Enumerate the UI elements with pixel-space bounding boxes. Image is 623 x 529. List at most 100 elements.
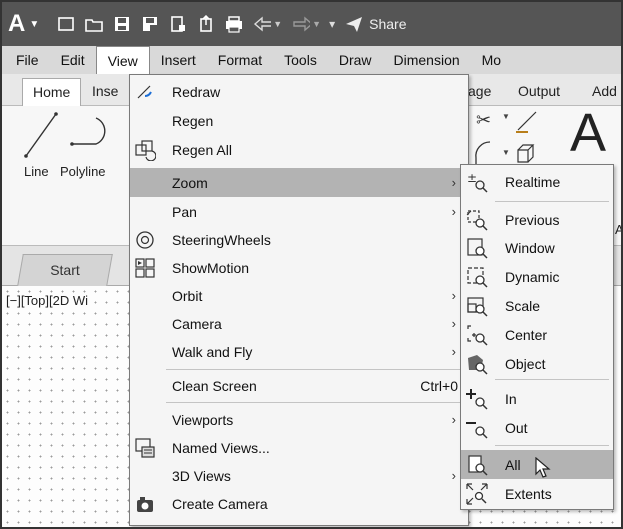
menu-item-regen-all[interactable]: Regen All	[130, 135, 468, 164]
menu-draw[interactable]: Draw	[328, 46, 383, 74]
zoom-item-label: Extents	[505, 485, 552, 502]
save-icon[interactable]	[113, 15, 131, 33]
zoom-item-extents[interactable]: Extents	[461, 479, 613, 508]
menu-item-steering-wheels[interactable]: SteeringWheels	[130, 225, 468, 254]
menu-item-create-camera[interactable]: Create Camera	[130, 489, 468, 518]
menu-dimension[interactable]: Dimension	[383, 46, 471, 74]
share-icon[interactable]	[345, 15, 363, 33]
showmotion-icon	[134, 257, 156, 279]
zoom-item-realtime[interactable]: ± Realtime	[461, 167, 613, 196]
submenu-arrow-icon: ›	[451, 344, 456, 359]
menu-file[interactable]: File	[2, 46, 50, 74]
zoom-item-label: Realtime	[505, 173, 561, 190]
zoom-item-label: Previous	[505, 211, 560, 228]
menu-item-named-views[interactable]: Named Views...	[130, 433, 468, 462]
trim-dropdown-icon[interactable]: ▼	[502, 112, 510, 121]
menu-separator	[495, 445, 609, 446]
tab-insert[interactable]: Inse	[82, 78, 128, 106]
menu-item-label: SteeringWheels	[172, 231, 271, 248]
menu-view[interactable]: View	[95, 46, 150, 74]
line-icon	[24, 112, 58, 158]
zoom-item-label: In	[505, 390, 517, 407]
menu-item-label: Regen All	[172, 141, 232, 158]
menu-item-regen[interactable]: Regen	[130, 106, 468, 135]
text-tool-icon[interactable]: A	[570, 102, 606, 164]
zoom-item-dynamic[interactable]: Dynamic	[461, 262, 613, 291]
redo-icon[interactable]	[292, 15, 311, 33]
menu-tools[interactable]: Tools	[273, 46, 328, 74]
save-as-icon[interactable]	[141, 15, 159, 33]
menu-item-label: Viewports	[172, 411, 234, 428]
submenu-arrow-icon: ›	[451, 204, 456, 219]
menu-item-label: Pan	[172, 203, 197, 220]
export-icon[interactable]	[169, 15, 187, 33]
zoom-item-scale[interactable]: Scale	[461, 291, 613, 320]
menu-item-zoom[interactable]: Zoom ›	[130, 168, 468, 197]
zoom-item-label: Window	[505, 239, 555, 256]
submenu-arrow-icon: ›	[451, 175, 456, 190]
dimension-icon[interactable]	[514, 108, 540, 137]
menu-format[interactable]: Format	[207, 46, 273, 74]
undo-icon[interactable]	[253, 15, 272, 33]
quick-access-toolbar: A ▼ ▼ ▼ ▾ Share	[2, 2, 621, 46]
menu-item-label: Named Views...	[172, 439, 270, 456]
submenu-arrow-icon: ›	[451, 316, 456, 331]
print-icon[interactable]	[225, 15, 243, 33]
zoom-item-label: Dynamic	[505, 268, 560, 285]
redo-dropdown-icon[interactable]: ▼	[312, 19, 321, 29]
zoom-window-icon	[465, 236, 489, 260]
tab-home[interactable]: Home	[22, 78, 82, 106]
svg-text:±: ±	[467, 171, 477, 185]
app-menu-button[interactable]: A ▼	[8, 10, 39, 38]
menu-item-camera[interactable]: Camera ›	[130, 309, 468, 338]
zoom-previous-icon	[465, 208, 489, 232]
view-menu-dropdown: Redraw Regen Regen All Zoom › Pan › Stee…	[129, 74, 469, 526]
start-tab-label: Start	[50, 262, 80, 278]
submenu-arrow-icon: ›	[451, 412, 456, 427]
menu-edit[interactable]: Edit	[50, 46, 96, 74]
polyline-tool-label: Polyline	[60, 164, 106, 179]
viewport-controls-label[interactable]: [−][Top][2D Wi	[6, 293, 88, 308]
menu-item-clean-screen[interactable]: Clean Screen Ctrl+0	[130, 371, 468, 400]
zoom-item-in[interactable]: In	[461, 384, 613, 413]
zoom-item-object[interactable]: Object	[461, 349, 613, 378]
tab-output[interactable]: Output	[508, 78, 570, 106]
new-icon[interactable]	[57, 15, 75, 33]
undo-dropdown-icon[interactable]: ▼	[273, 19, 282, 29]
menu-separator	[166, 402, 462, 403]
menu-insert[interactable]: Insert	[150, 46, 207, 74]
zoom-item-previous[interactable]: Previous	[461, 205, 613, 234]
line-tool-label: Line	[24, 164, 49, 179]
menu-item-label: 3D Views	[172, 467, 231, 484]
menu-item-walk-and-fly[interactable]: Walk and Fly ›	[130, 337, 468, 366]
menu-item-viewports[interactable]: Viewports ›	[130, 405, 468, 434]
menu-item-pan[interactable]: Pan ›	[130, 197, 468, 226]
menu-item-redraw[interactable]: Redraw	[130, 77, 468, 106]
zoom-scale-icon	[465, 294, 489, 318]
zoom-item-window[interactable]: Window	[461, 233, 613, 262]
fillet-dropdown-icon[interactable]: ▼	[502, 148, 510, 157]
zoom-item-center[interactable]: Center	[461, 320, 613, 349]
open-icon[interactable]	[85, 15, 104, 33]
app-window: A ▼ ▼ ▼ ▾ Share File Edit View Insert Fo…	[0, 0, 623, 529]
menu-item-showmotion[interactable]: ShowMotion	[130, 253, 468, 282]
start-tab[interactable]: Start	[17, 254, 113, 286]
menu-item-3d-views[interactable]: 3D Views ›	[130, 461, 468, 490]
menu-item-orbit[interactable]: Orbit ›	[130, 281, 468, 310]
menu-item-label: Walk and Fly	[172, 343, 253, 360]
steering-wheels-icon	[134, 229, 156, 251]
menu-modify[interactable]: Mo	[471, 46, 512, 74]
share-label[interactable]: Share	[369, 16, 406, 32]
submenu-arrow-icon: ›	[451, 288, 456, 303]
tab-manage[interactable]: age	[464, 78, 501, 106]
customize-toolbar-icon[interactable]: ▾	[329, 17, 335, 31]
zoom-center-icon	[465, 323, 489, 347]
publish-icon[interactable]	[197, 15, 215, 33]
zoom-object-icon	[465, 352, 489, 376]
zoom-extents-icon	[465, 482, 489, 506]
zoom-item-out[interactable]: Out	[461, 413, 613, 442]
polyline-tool-button[interactable]: Polyline	[60, 108, 130, 188]
menu-item-label: Regen	[172, 112, 214, 129]
regen-all-icon	[134, 139, 156, 161]
trim-icon[interactable]: ✂	[476, 110, 491, 131]
